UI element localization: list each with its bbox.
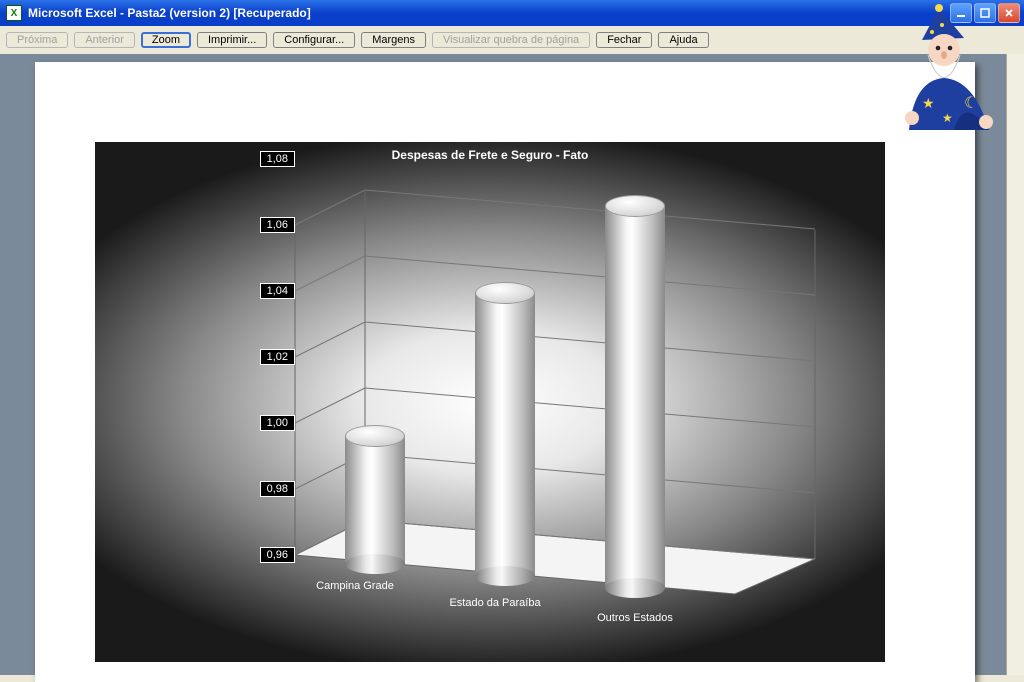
anterior-button: Anterior [74,32,135,48]
ytick-label: 0,98 [260,481,295,497]
fechar-button[interactable]: Fechar [596,32,652,48]
ytick-label: 1,06 [260,217,295,233]
ytick-label: 1,08 [260,151,295,167]
maximize-icon [980,8,990,18]
minimize-icon [956,8,966,18]
visualizar-quebra-button: Visualizar quebra de página [432,32,590,48]
chart-bar-top [345,425,405,447]
imprimir-button[interactable]: Imprimir... [197,32,267,48]
chart-bar [605,195,665,598]
close-icon [1004,8,1014,18]
window-titlebar: X Microsoft Excel - Pasta2 (version 2) [… [0,0,1024,26]
chart-bar-top [475,282,535,304]
xtick-label: Campina Grade [316,580,394,592]
chart-bar-base [475,566,535,586]
proxima-button: Próxima [6,32,68,48]
zoom-button[interactable]: Zoom [141,32,191,48]
chart-bar [345,425,405,574]
ytick-label: 1,04 [260,283,295,299]
ytick-label: 1,00 [260,415,295,431]
excel-app-icon-letter: X [11,8,18,19]
margens-button[interactable]: Margens [361,32,426,48]
vertical-scrollbar[interactable] [1006,54,1024,675]
ajuda-button[interactable]: Ajuda [658,32,708,48]
window-controls [950,3,1022,23]
chart-bar-base [345,554,405,574]
chart-title: Despesas de Frete e Seguro - Fato [392,148,589,162]
minimize-button[interactable] [950,3,972,23]
print-preview-page[interactable]: Despesas de Frete e Seguro - Fato 0,96 0… [35,62,975,682]
workspace: Despesas de Frete e Seguro - Fato 0,96 0… [0,54,1024,675]
chart-bar-body [345,435,405,564]
maximize-button[interactable] [974,3,996,23]
print-preview-toolbar: Próxima Anterior Zoom Imprimir... Config… [0,26,1024,55]
chart-bar-base [605,578,665,598]
chart-bar-body [475,292,535,576]
close-button[interactable] [998,3,1020,23]
chart-bar-body [605,205,665,588]
chart-bar-top [605,195,665,217]
chart-panel[interactable]: Despesas de Frete e Seguro - Fato 0,96 0… [95,142,885,662]
window-title: Microsoft Excel - Pasta2 (version 2) [Re… [28,6,950,20]
ytick-label: 0,96 [260,547,295,563]
ytick-label: 1,02 [260,349,295,365]
chart-bar [475,282,535,586]
excel-app-icon: X [6,5,22,21]
xtick-label: Outros Estados [597,612,673,624]
configurar-button[interactable]: Configurar... [273,32,355,48]
xtick-label: Estado da Paraíba [449,597,540,609]
